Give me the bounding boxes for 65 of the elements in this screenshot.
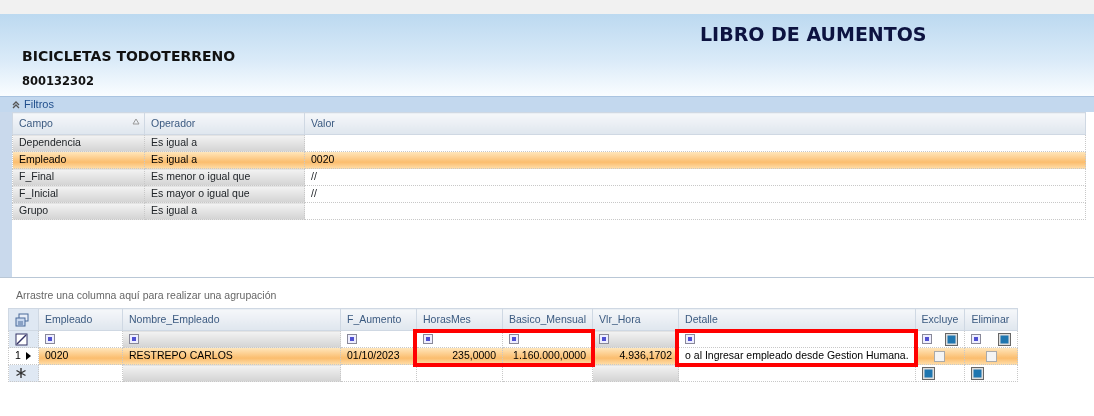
filter-icon xyxy=(45,334,55,344)
column-header[interactable]: Excluye xyxy=(915,308,965,331)
checkbox[interactable] xyxy=(985,350,997,362)
column-header[interactable]: Detalle xyxy=(678,308,916,331)
column-header[interactable]: Operador xyxy=(144,112,305,135)
cell-text: Es igual a xyxy=(151,204,198,217)
cell-text: 1.160.000,0000 xyxy=(513,349,587,362)
cell-text: F_Final xyxy=(19,170,54,183)
new-row-cell[interactable] xyxy=(416,364,503,382)
filter-icon xyxy=(129,334,139,344)
column-chooser-icon xyxy=(15,312,29,327)
cell-text: Es igual a xyxy=(151,136,198,149)
report-title: LIBRO DE AUMENTOS xyxy=(700,22,927,47)
column-header[interactable]: Basico_Mensual xyxy=(502,308,593,331)
column-header[interactable]: Nombre_Empleado xyxy=(122,308,341,331)
column-header[interactable]: F_Aumento xyxy=(340,308,417,331)
new-row-cell[interactable] xyxy=(502,364,593,382)
new-row-asterisk-icon xyxy=(15,367,27,379)
filled-square-icon xyxy=(971,366,985,380)
filled-square-icon xyxy=(945,332,959,346)
company-id: 800132302 xyxy=(22,73,94,90)
checkbox[interactable] xyxy=(934,350,946,362)
filter-editor-icon xyxy=(15,332,28,346)
filter-row[interactable]: Empleado Es igual a 0020 xyxy=(12,151,1086,169)
filter-icon xyxy=(921,334,932,344)
new-row-cell[interactable] xyxy=(38,364,123,382)
filled-square-icon xyxy=(921,366,935,380)
cell-text: Empleado xyxy=(19,153,67,166)
cell-text: 4.936,1702 xyxy=(619,349,673,362)
cell-text: Dependencia xyxy=(19,136,81,149)
cell-text: // xyxy=(311,170,317,183)
column-header[interactable]: Empleado xyxy=(38,308,123,331)
cell-text: Es igual a xyxy=(151,153,198,166)
cell-text: RESTREPO CARLOS xyxy=(129,349,233,362)
new-row-cell[interactable] xyxy=(915,364,965,382)
column-header[interactable]: Eliminar xyxy=(964,308,1018,331)
filter-icon xyxy=(509,334,519,344)
new-row-cell[interactable] xyxy=(964,364,1018,382)
cell-text: Es mayor o igual que xyxy=(151,187,250,200)
column-header[interactable]: HorasMes xyxy=(416,308,503,331)
cell-text: F_Inicial xyxy=(19,187,59,200)
filter-icon xyxy=(971,334,982,344)
row-number: 1 xyxy=(15,348,21,364)
cell-text: 01/10/2023 xyxy=(347,349,400,362)
new-row-cell[interactable] xyxy=(340,364,417,382)
cell-text: 0020 xyxy=(311,153,335,166)
cell-text: // xyxy=(311,187,317,200)
sort-triangle-icon xyxy=(132,118,140,125)
filters-toggle[interactable]: Filtros xyxy=(24,96,54,113)
cell-text: Grupo xyxy=(19,204,49,217)
company-name: BICICLETAS TODOTERRENO xyxy=(22,47,236,66)
column-header[interactable]: Vlr_Hora xyxy=(592,308,679,331)
cell-text: 0020 xyxy=(45,349,69,362)
filter-icon xyxy=(599,334,610,344)
filter-icon xyxy=(685,334,696,344)
cell-text: 235,0000 xyxy=(452,349,496,362)
filled-square-icon xyxy=(998,332,1012,346)
column-header[interactable]: Valor xyxy=(304,112,1086,135)
cell-text: Es menor o igual que xyxy=(151,170,251,183)
column-header[interactable]: Campo xyxy=(12,112,145,135)
group-by-hint: Arrastre una columna aquí para realizar una agrupación xyxy=(16,289,277,301)
filter-icon xyxy=(347,334,357,344)
current-row-arrow-icon xyxy=(25,351,32,361)
filter-icon xyxy=(423,334,433,344)
new-row-cell[interactable] xyxy=(678,364,916,382)
